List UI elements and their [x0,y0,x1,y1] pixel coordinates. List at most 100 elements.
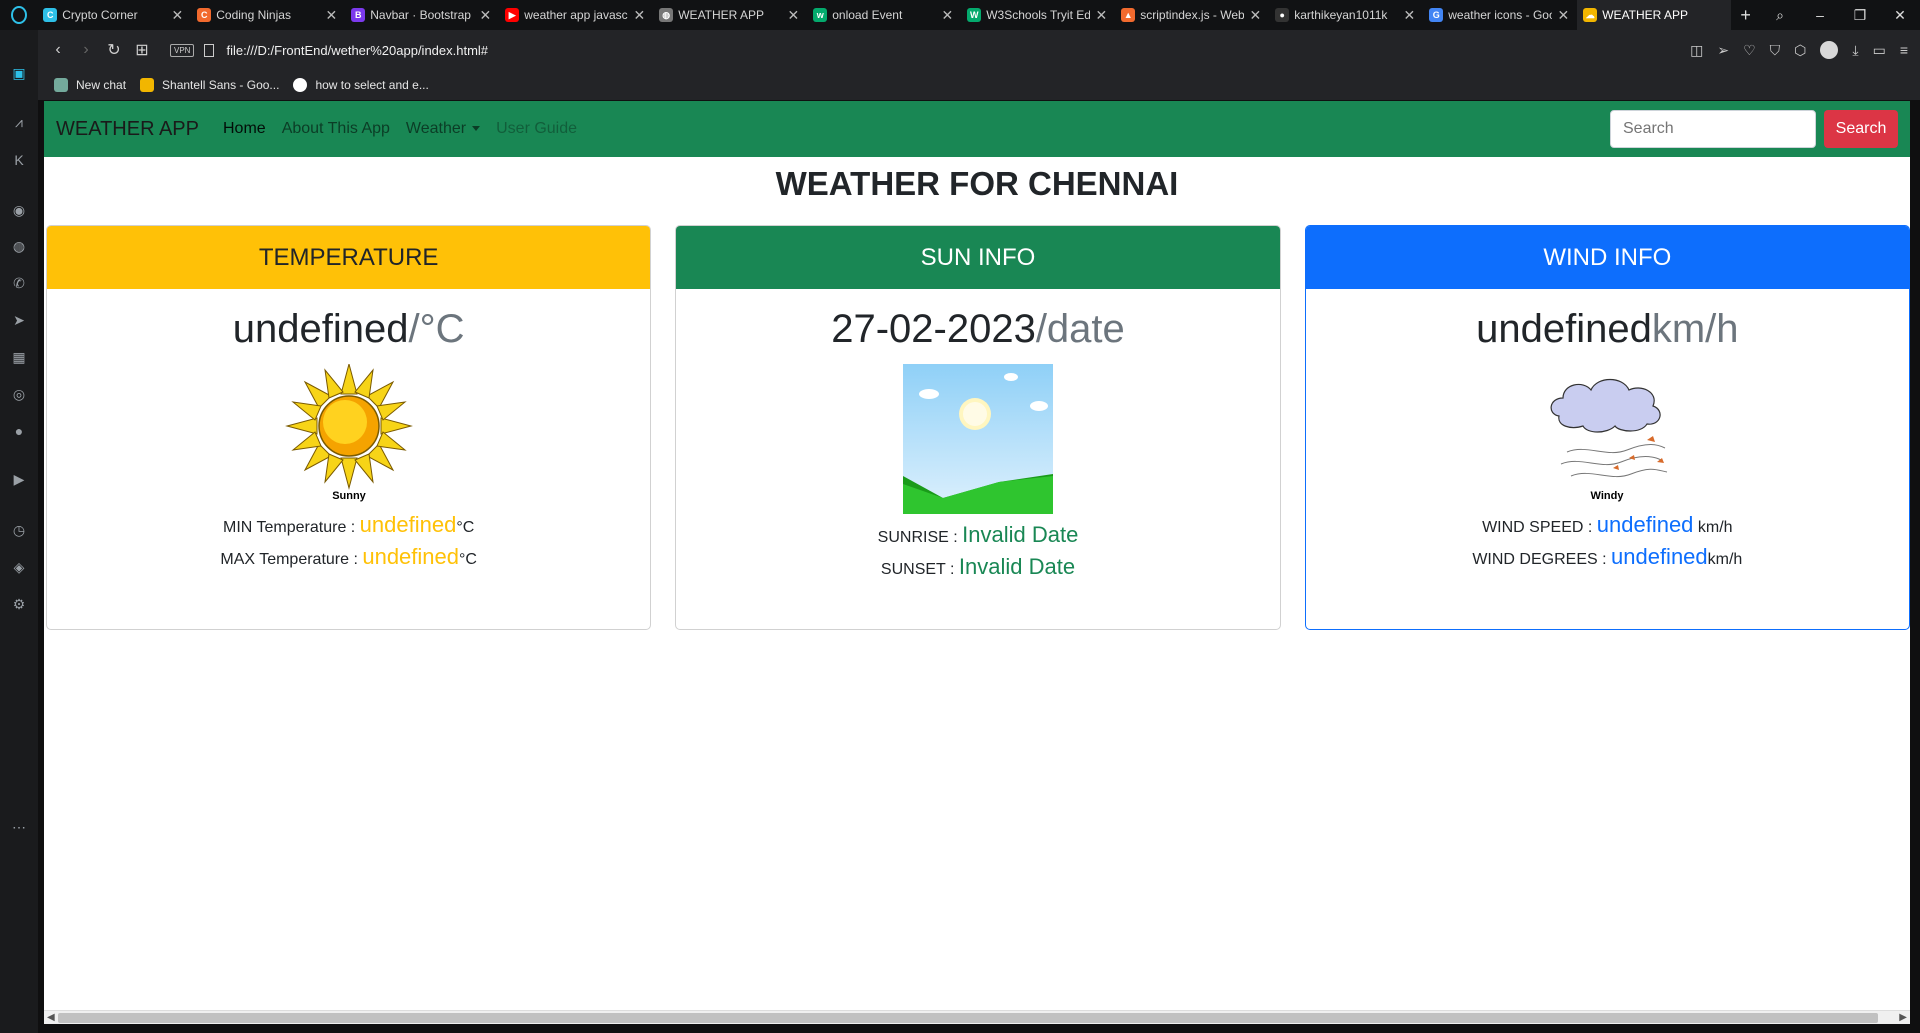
wallet-icon[interactable]: ▣ [9,63,29,83]
url-field[interactable]: file:///D:/FrontEnd/wether%20app/index.h… [226,43,488,58]
browser-tab[interactable]: Gweather icons - Google ✕ [1423,0,1577,30]
battery-icon[interactable]: ▭ [1873,42,1886,59]
browser-tab[interactable]: ▲ scriptindex.js - Web ✕ [1115,0,1269,30]
tab-title: onload Event [832,8,903,22]
close-window-icon[interactable]: ✕ [1880,7,1920,24]
google-icon [293,78,308,92]
tab-favicon-icon: W [967,8,982,22]
wind-speed-line: WIND SPEED : undefined km/h [1306,512,1909,538]
tab-title: scriptindex.js - Web [1140,8,1244,22]
browser-tab[interactable]: B Navbar · Bootstrap ✕ [345,0,499,30]
vk-icon[interactable]: ▦ [9,347,29,367]
temperature-header: TEMPERATURE [47,226,651,289]
sun-card: SUN INFO 27-02-2023/date SUNRISE: Inval… [675,225,1281,630]
settings-icon[interactable]: ⚙ [9,594,29,614]
browser-tab[interactable]: ◍ WEATHER APP ✕ [653,0,807,30]
browser-tab[interactable]: C Crypto Corner ✕ [37,0,191,30]
opera-logo-icon[interactable] [0,0,37,30]
telegram-icon[interactable]: ➤ [9,310,29,330]
sunset-label: SUNSET : [880,561,959,578]
wind-value: undefinedkm/h [1306,307,1909,352]
sunrise-value: Invalid Date [962,522,1079,547]
back-icon[interactable]: ‹ [44,41,72,59]
bookmark-item[interactable]: how to select and e... [293,78,429,92]
nav-about[interactable]: About This App [282,120,390,138]
wind-degrees-unit: km/h [1707,551,1743,568]
history-icon[interactable]: ◷ [9,520,29,540]
cube-icon[interactable]: ⬡ [1794,42,1806,59]
close-tab-icon[interactable]: ✕ [1558,7,1570,24]
scroll-left-icon[interactable]: ◀ [47,1012,55,1023]
close-tab-icon[interactable]: ✕ [1404,7,1416,24]
windy-icon: Windy [1550,378,1668,502]
instagram-icon[interactable]: ◎ [9,384,29,404]
bookmark-item[interactable]: New chat [54,78,126,92]
close-tab-icon[interactable]: ✕ [1096,7,1108,24]
whatsapp-icon[interactable]: ✆ [9,273,29,293]
heart-icon[interactable]: ♡ [1743,42,1756,59]
bookmarks-bar: New chat Shantell Sans - Goo... how to s… [38,70,1920,100]
restore-icon[interactable]: ❐ [1840,7,1880,24]
forward-icon[interactable]: › [72,41,100,59]
horizontal-scrollbar[interactable]: ◀ ▶ [44,1010,1910,1024]
camera-icon[interactable]: ◫ [1690,42,1703,59]
tab-favicon-icon: ▶ [505,8,520,22]
close-tab-icon[interactable]: ✕ [788,7,800,24]
nav-weather-dropdown[interactable]: Weather [406,120,481,138]
scroll-right-icon[interactable]: ▶ [1899,1012,1907,1023]
search-input[interactable] [1610,110,1816,148]
close-tab-icon[interactable]: ✕ [942,7,954,24]
close-tab-icon[interactable]: ✕ [634,7,646,24]
browser-tab[interactable]: C Coding Ninjas ✕ [191,0,345,30]
tab-favicon-icon: ◍ [659,8,674,22]
sun-header: SUN INFO [676,226,1280,289]
minimize-icon[interactable]: – [1800,7,1840,24]
tab-favicon-icon: w [813,8,828,22]
sunrise-label: SUNRISE : [877,529,963,546]
tab-favicon-icon: ☁ [1583,8,1598,22]
date-unit: /date [1035,307,1125,351]
close-tab-icon[interactable]: ✕ [326,7,338,24]
more-icon[interactable]: ⋯ [9,817,29,837]
close-tab-icon[interactable]: ✕ [1250,7,1262,24]
browser-tab[interactable]: ▶ weather app javascript ✕ [499,0,653,30]
messenger-icon[interactable]: ◍ [9,236,29,256]
tabs-grid-icon[interactable]: ⊞ [128,40,156,60]
shield-icon[interactable]: ⛉ [1770,42,1781,59]
max-temperature-label: MAX Temperature : [220,551,363,568]
reload-icon[interactable]: ↻ [100,40,128,60]
k-app-icon[interactable]: K [9,150,29,170]
temperature-card: TEMPERATURE undefined/°C Sunny MIN Tempe… [46,225,652,630]
windy-caption: Windy [1591,490,1625,502]
discord-icon[interactable]: ◉ [9,200,29,220]
browser-tab[interactable]: ☁ WEATHER APP [1577,0,1732,30]
aria-icon[interactable]: ⩘ [9,112,29,132]
bookmark-item[interactable]: Shantell Sans - Goo... [140,78,279,92]
close-tab-icon[interactable]: ✕ [172,7,184,24]
browser-tab[interactable]: w onload Event ✕ [807,0,961,30]
date-number: 27-02-2023 [831,307,1036,351]
toolbar-right: ◫ ➢ ♡ ⛉ ⬡ ⤓ ▭ ≡ [1690,41,1920,59]
wind-degrees-label: WIND DEGREES : [1472,551,1611,568]
browser-tab[interactable]: W W3Schools Tryit Editor ✕ [961,0,1115,30]
download-icon[interactable]: ⤓ [1852,42,1858,59]
close-tab-icon[interactable]: ✕ [480,7,492,24]
send-icon[interactable]: ➢ [1717,42,1729,59]
navbar-brand[interactable]: WEATHER APP [56,118,199,141]
twitter-icon[interactable]: ● [9,421,29,441]
search-button[interactable]: Search [1824,110,1898,148]
nav-home[interactable]: Home [223,120,266,138]
avatar[interactable] [1820,41,1839,59]
tab-favicon-icon: ● [1275,8,1290,22]
wind-header: WIND INFO [1305,226,1909,289]
vpn-badge[interactable]: VPN [170,43,195,57]
scrollbar-thumb[interactable] [58,1013,1878,1023]
tab-title: W3Schools Tryit Editor [986,8,1090,22]
extensions-icon[interactable]: ◈ [9,557,29,577]
new-tab-icon[interactable]: + [1731,5,1760,26]
browser-tab[interactable]: ● karthikeyan1011k ✕ [1269,0,1423,30]
search-tabs-icon[interactable]: ⌕ [1760,7,1800,24]
player-icon[interactable]: ▶ [9,469,29,489]
menu-icon[interactable]: ≡ [1900,42,1908,58]
browser-sidebar: ▣ ⩘ K ◉ ◍ ✆ ➤ ▦ ◎ ● ▶ ◷ ◈ ⚙ ⋯ [0,30,38,1033]
